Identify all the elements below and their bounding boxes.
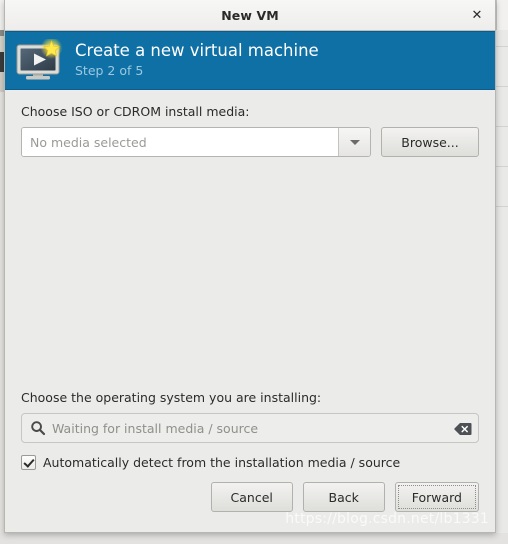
forward-button[interactable]: Forward <box>394 482 479 512</box>
background-window-bottom-edge <box>0 533 508 544</box>
dialog-titlebar: New VM ✕ <box>5 0 495 31</box>
chevron-down-icon[interactable] <box>338 128 370 156</box>
wizard-banner-text: Create a new virtual machine Step 2 of 5 <box>75 41 319 80</box>
install-media-label: Choose ISO or CDROM install media: <box>21 104 250 119</box>
wizard-step-indicator: Step 2 of 5 <box>75 63 144 78</box>
autodetect-row[interactable]: Automatically detect from the installati… <box>21 455 479 470</box>
dialog-footer: Cancel Back Forward https://blog.csdn.ne… <box>5 476 495 532</box>
background-window-right-edge <box>496 0 508 544</box>
install-media-combobox[interactable]: No media selected <box>21 127 371 157</box>
autodetect-checkbox[interactable] <box>21 455 36 470</box>
os-search-placeholder[interactable]: Waiting for install media / source <box>52 421 454 436</box>
watermark: https://blog.csdn.net/lb1331 <box>285 511 489 527</box>
install-media-input[interactable]: No media selected <box>22 128 338 156</box>
close-icon[interactable]: ✕ <box>467 5 487 25</box>
os-section: Choose the operating system you are inst… <box>21 390 479 476</box>
cancel-button[interactable]: Cancel <box>210 482 293 512</box>
search-icon <box>30 420 46 436</box>
browse-button[interactable]: Browse... <box>381 127 479 157</box>
wizard-banner: Create a new virtual machine Step 2 of 5 <box>5 31 495 90</box>
new-virtual-machine-icon <box>15 36 63 83</box>
new-vm-dialog: New VM ✕ Create a new virtual machine St… <box>4 0 496 533</box>
os-search-field[interactable]: Waiting for install media / source <box>21 413 479 443</box>
os-label: Choose the operating system you are inst… <box>21 390 322 405</box>
autodetect-label: Automatically detect from the installati… <box>43 455 401 470</box>
wizard-title: Create a new virtual machine <box>75 41 319 60</box>
clear-backspace-icon[interactable] <box>454 421 472 435</box>
background-window-titlebar <box>496 0 508 30</box>
install-media-row: No media selected Browse... <box>21 127 479 157</box>
dialog-title: New VM <box>221 7 279 23</box>
back-button[interactable]: Back <box>302 482 385 512</box>
dialog-content: Choose ISO or CDROM install media: No me… <box>5 90 495 476</box>
